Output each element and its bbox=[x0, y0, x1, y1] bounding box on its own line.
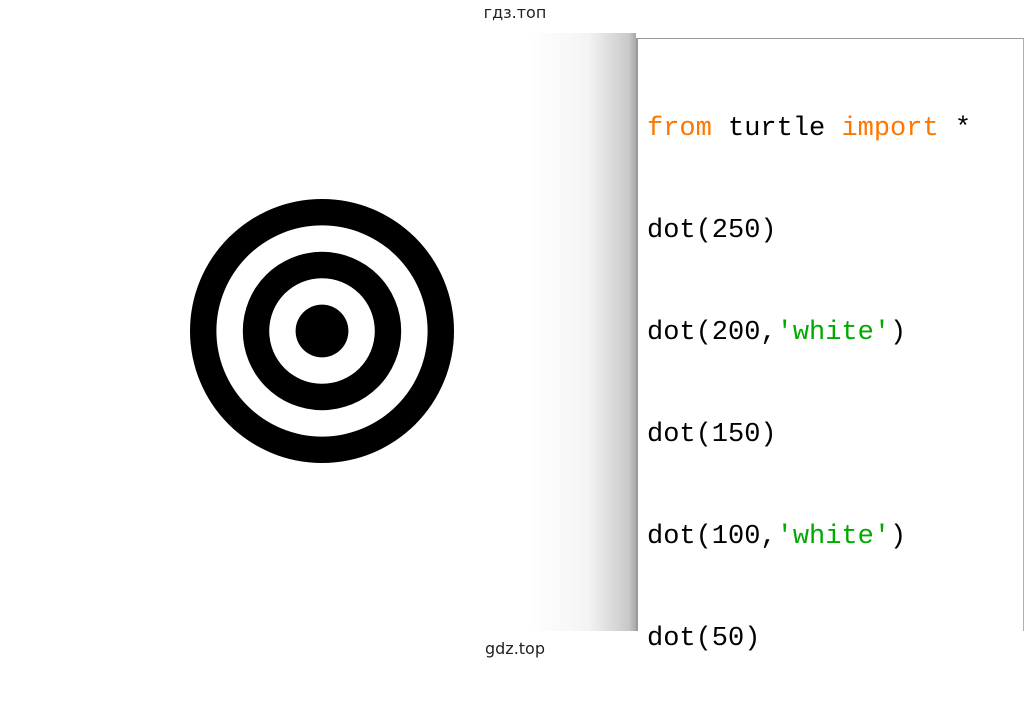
string-literal: 'white' bbox=[776, 318, 891, 348]
canvas-edge-shadow bbox=[530, 33, 636, 631]
call-suffix: ) bbox=[890, 522, 907, 552]
code-line-1[interactable]: from turtle import * bbox=[647, 112, 1023, 146]
string-literal: 'white' bbox=[776, 522, 891, 552]
call-suffix: ) bbox=[890, 318, 907, 348]
call-prefix: dot(100, bbox=[647, 522, 777, 552]
code-line-5[interactable]: dot(100,'white') bbox=[647, 520, 1023, 554]
keyword-from: from bbox=[647, 114, 712, 144]
watermark-top: гдз.топ bbox=[483, 3, 547, 22]
module-name: turtle bbox=[711, 114, 842, 144]
call-prefix: dot(200, bbox=[647, 318, 777, 348]
code-line-3[interactable]: dot(200,'white') bbox=[647, 316, 1023, 350]
import-star: * bbox=[938, 114, 972, 144]
code-line-4[interactable]: dot(150) bbox=[647, 418, 1023, 452]
watermark-bottom: gdz.top bbox=[484, 639, 545, 658]
keyword-import: import bbox=[841, 114, 939, 144]
turtle-dot-50 bbox=[295, 304, 349, 358]
code-line-2[interactable]: dot(250) bbox=[647, 214, 1023, 248]
code-editor[interactable]: from turtle import * dot(250) dot(200,'w… bbox=[636, 38, 1024, 654]
